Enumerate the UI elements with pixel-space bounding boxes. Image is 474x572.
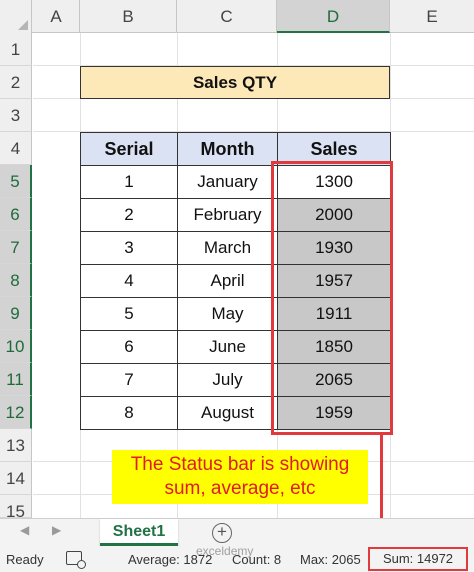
scroll-right-icon[interactable]: ▶ xyxy=(52,523,61,537)
table-row: 5 May 1911 xyxy=(80,297,391,331)
row-header-12[interactable]: 12 xyxy=(0,396,32,429)
column-header-e[interactable]: E xyxy=(390,0,474,33)
header-serial[interactable]: Serial xyxy=(80,132,178,166)
watermark-logo: exceldemy xyxy=(196,544,254,558)
serial-cell[interactable]: 3 xyxy=(80,231,178,265)
serial-cell[interactable]: 7 xyxy=(80,363,178,397)
month-cell[interactable]: January xyxy=(177,165,278,199)
row-header-10[interactable]: 10 xyxy=(0,330,32,363)
row-header-5[interactable]: 5 xyxy=(0,165,32,198)
row-header-14[interactable]: 14 xyxy=(0,462,32,495)
row-header-15[interactable]: 15 xyxy=(0,495,32,518)
column-header-b[interactable]: B xyxy=(80,0,177,33)
column-header-a[interactable]: A xyxy=(33,0,80,33)
row-header-8[interactable]: 8 xyxy=(0,264,32,297)
column-header-row: A B C D E xyxy=(0,0,474,33)
serial-cell[interactable]: 5 xyxy=(80,297,178,331)
select-all-icon xyxy=(18,20,28,30)
status-max[interactable]: Max: 2065 xyxy=(300,552,361,567)
header-month[interactable]: Month xyxy=(177,132,278,166)
table-header-row: Serial Month Sales xyxy=(80,132,391,166)
month-cell[interactable]: April xyxy=(177,264,278,298)
add-sheet-icon[interactable]: + xyxy=(212,523,232,543)
table-row: 2 February 2000 xyxy=(80,198,391,232)
sales-cell[interactable]: 2065 xyxy=(277,363,391,397)
sales-cell-active[interactable]: 1300 xyxy=(277,165,391,199)
row-header-13[interactable]: 13 xyxy=(0,429,32,462)
sales-qty-title-cell[interactable]: Sales QTY xyxy=(80,66,390,99)
status-sum[interactable]: Sum: 14972 xyxy=(368,547,468,571)
month-cell[interactable]: June xyxy=(177,330,278,364)
row-header-2[interactable]: 2 xyxy=(0,66,32,99)
table-row: 6 June 1850 xyxy=(80,330,391,364)
month-cell[interactable]: February xyxy=(177,198,278,232)
sales-cell[interactable]: 2000 xyxy=(277,198,391,232)
serial-cell[interactable]: 1 xyxy=(80,165,178,199)
column-header-d[interactable]: D xyxy=(277,0,390,33)
table-row: 4 April 1957 xyxy=(80,264,391,298)
month-cell[interactable]: July xyxy=(177,363,278,397)
column-header-c[interactable]: C xyxy=(177,0,277,33)
select-all-corner[interactable] xyxy=(0,0,32,33)
row-header-1[interactable]: 1 xyxy=(0,33,32,66)
callout-line-1: The Status bar is showing xyxy=(130,454,350,475)
header-sales[interactable]: Sales xyxy=(277,132,391,166)
serial-cell[interactable]: 6 xyxy=(80,330,178,364)
table-row: 8 August 1959 xyxy=(80,396,391,430)
serial-cell[interactable]: 2 xyxy=(80,198,178,232)
status-ready: Ready xyxy=(6,552,44,567)
row-header-7[interactable]: 7 xyxy=(0,231,32,264)
sheet-tab-bar: ◀ ▶ Sheet1 + xyxy=(0,518,474,546)
month-cell[interactable]: August xyxy=(177,396,278,430)
row-header-3[interactable]: 3 xyxy=(0,99,32,132)
scroll-left-icon[interactable]: ◀ xyxy=(20,523,29,537)
sales-cell[interactable]: 1850 xyxy=(277,330,391,364)
sales-cell[interactable]: 1957 xyxy=(277,264,391,298)
month-cell[interactable]: May xyxy=(177,297,278,331)
status-bar-callout: The Status bar is showing sum, average, … xyxy=(112,450,368,504)
row-header-6[interactable]: 6 xyxy=(0,198,32,231)
table-row: 1 January 1300 xyxy=(80,165,391,199)
month-cell[interactable]: March xyxy=(177,231,278,265)
callout-line-2: sum, average, etc xyxy=(164,478,316,499)
sales-cell[interactable]: 1930 xyxy=(277,231,391,265)
row-header-11[interactable]: 11 xyxy=(0,363,32,396)
row-header-4[interactable]: 4 xyxy=(0,132,32,165)
sales-cell[interactable]: 1911 xyxy=(277,297,391,331)
accessibility-icon[interactable] xyxy=(66,551,86,569)
sales-cell[interactable]: 1959 xyxy=(277,396,391,430)
table-row: 3 March 1930 xyxy=(80,231,391,265)
serial-cell[interactable]: 8 xyxy=(80,396,178,430)
table-row: 7 July 2065 xyxy=(80,363,391,397)
serial-cell[interactable]: 4 xyxy=(80,264,178,298)
sales-table: Serial Month Sales 1 January 1300 2 Febr… xyxy=(80,132,391,430)
tab-sheet1[interactable]: Sheet1 xyxy=(100,519,178,546)
row-header-9[interactable]: 9 xyxy=(0,297,32,330)
